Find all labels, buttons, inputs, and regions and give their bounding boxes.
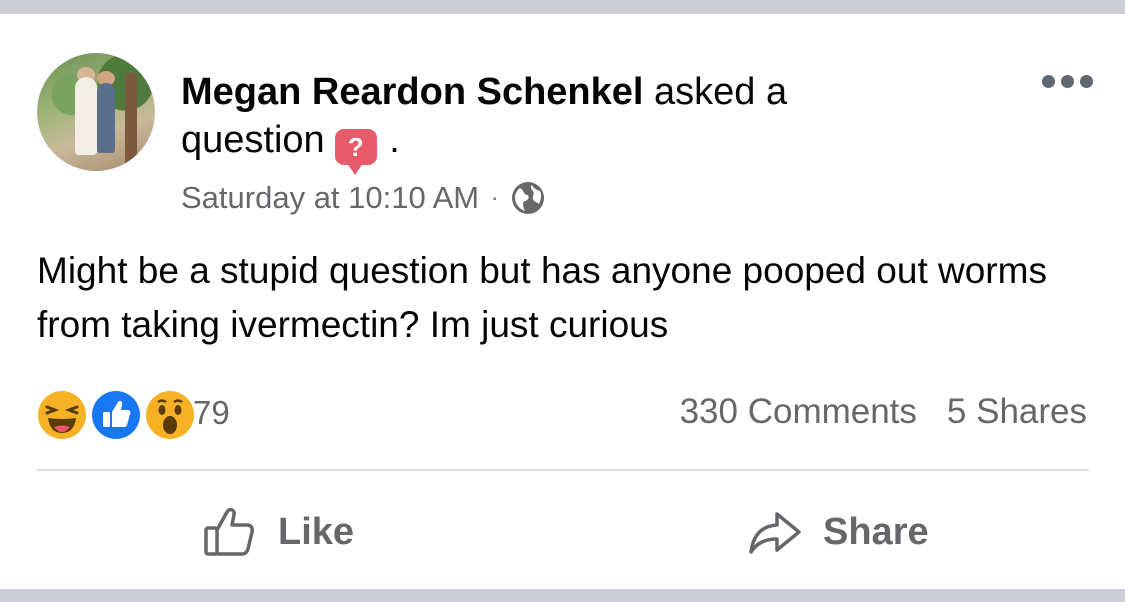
wow-icon	[143, 388, 197, 442]
author-avatar[interactable]	[37, 53, 155, 171]
haha-icon	[35, 388, 89, 442]
separator: ·	[491, 185, 499, 210]
reactions-summary[interactable]: 79	[35, 388, 275, 442]
action-text: asked a	[654, 71, 788, 113]
more-options-button[interactable]	[1042, 70, 1094, 92]
divider	[37, 469, 1089, 471]
timestamp[interactable]: Saturday at 10:10 AM	[181, 180, 479, 216]
share-button[interactable]: Share	[747, 500, 929, 564]
dot-icon	[1042, 74, 1055, 88]
dot-icon	[1080, 74, 1093, 88]
avatar-photo-detail	[97, 83, 115, 153]
avatar-photo-detail	[75, 77, 97, 155]
engagement-stats: 330 Comments 5 Shares	[680, 392, 1087, 432]
avatar-photo-detail	[125, 73, 137, 163]
action-text: question	[181, 119, 325, 161]
author-name[interactable]: Megan Reardon Schenkel	[181, 71, 643, 113]
top-separator	[0, 0, 1125, 14]
like-icon	[89, 388, 143, 442]
globe-icon[interactable]	[510, 180, 546, 216]
dot-icon	[1061, 74, 1074, 88]
comments-count-link[interactable]: 330 Comments	[680, 392, 917, 432]
action-end: .	[389, 119, 400, 161]
post-meta: Saturday at 10:10 AM ·	[181, 178, 546, 218]
bottom-separator	[0, 589, 1125, 602]
question-icon: ?	[334, 129, 377, 175]
thumbs-up-icon	[204, 507, 254, 556]
post-header-text: Megan Reardon Schenkel asked a question?…	[181, 68, 881, 175]
like-button[interactable]: Like	[202, 500, 354, 564]
share-label: Share	[823, 510, 929, 553]
post-body: Might be a stupid question but has anyon…	[37, 250, 1047, 345]
like-label: Like	[278, 510, 355, 553]
share-arrow-icon	[749, 512, 801, 554]
shares-count-link[interactable]: 5 Shares	[947, 392, 1087, 432]
reaction-count: 79	[193, 394, 230, 431]
